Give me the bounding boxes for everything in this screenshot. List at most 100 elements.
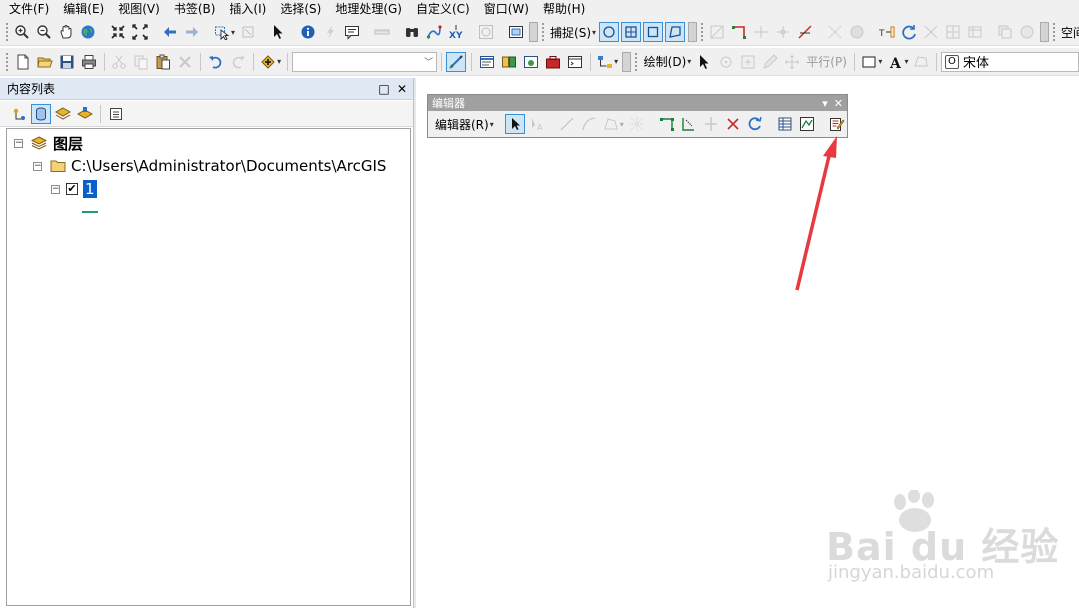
font-name-combo[interactable]: O 宋体	[940, 51, 1079, 72]
save-floppy-icon[interactable]	[57, 52, 77, 72]
find-binoculars-icon[interactable]	[402, 22, 422, 42]
cut-polygons-icon[interactable]	[627, 114, 647, 134]
toolbar-grip[interactable]	[6, 52, 9, 71]
menu-help[interactable]: 帮助(H)	[536, 0, 592, 19]
trim-extend-icon[interactable]	[795, 22, 815, 42]
toolbar-overflow-button[interactable]	[1040, 22, 1050, 42]
list-by-source-icon[interactable]	[31, 103, 51, 124]
zoom-to-selected-icon[interactable]	[738, 52, 758, 72]
split-tool-icon[interactable]	[701, 114, 721, 134]
snapping-dropdown-icon[interactable]: ▾	[592, 28, 596, 37]
pan-hand-icon[interactable]	[56, 22, 76, 42]
fixed-zoom-in-icon[interactable]	[108, 22, 128, 42]
menu-file[interactable]: 文件(F)	[2, 0, 56, 19]
shape-dropdown-icon[interactable]: ▾	[878, 57, 882, 66]
create-features-icon[interactable]	[827, 114, 847, 134]
full-extent-globe-icon[interactable]	[78, 22, 98, 42]
measure-icon[interactable]	[372, 22, 392, 42]
fixed-zoom-out-icon[interactable]	[130, 22, 150, 42]
panel-splitter[interactable]	[413, 78, 416, 608]
layer-visibility-checkbox[interactable]: ✔	[66, 183, 78, 195]
sketch-properties-icon[interactable]	[797, 114, 817, 134]
new-document-icon[interactable]	[13, 52, 33, 72]
python-window-icon[interactable]	[565, 52, 585, 72]
rotate-icon[interactable]	[716, 52, 736, 72]
snapping-menu[interactable]: 捕捉(S)	[547, 24, 594, 41]
edge-snapping-icon[interactable]	[665, 22, 686, 42]
select-elements-icon[interactable]	[694, 52, 714, 72]
create-viewer-window-icon[interactable]	[506, 22, 526, 42]
clear-selection-icon[interactable]	[238, 22, 258, 42]
toolbar-overflow-button[interactable]	[622, 51, 632, 72]
modelbuilder-icon[interactable]	[595, 52, 615, 72]
menu-selection[interactable]: 选择(S)	[273, 0, 328, 19]
edit-annotation-tool-icon[interactable]: A	[527, 114, 547, 134]
search-window-icon[interactable]	[521, 52, 541, 72]
move-cross-icon[interactable]	[782, 52, 802, 72]
rotate-tool-icon[interactable]	[745, 114, 765, 134]
rectangle-shape-icon[interactable]	[859, 52, 879, 72]
zoom-out-icon[interactable]	[34, 22, 54, 42]
add-data-dropdown-icon[interactable]: ▾	[277, 57, 281, 66]
html-popup-icon[interactable]	[342, 22, 362, 42]
find-route-icon[interactable]	[424, 22, 444, 42]
hyperlink-bolt-icon[interactable]	[320, 22, 340, 42]
menu-view[interactable]: 视图(V)	[111, 0, 167, 19]
editor-menu-dropdown-icon[interactable]: ▾	[490, 120, 494, 129]
maximize-icon[interactable]: □	[378, 83, 390, 95]
editor-toolbar-toggle-icon[interactable]	[446, 51, 467, 72]
paste-clipboard-icon[interactable]	[153, 52, 173, 72]
editor-title-bar[interactable]: 编辑器 ▾ ✕	[428, 95, 847, 111]
table-of-contents-window-icon[interactable]	[477, 52, 497, 72]
toolbar-grip[interactable]	[542, 23, 545, 41]
toolbar-grip[interactable]	[635, 52, 638, 71]
sphere-icon[interactable]	[847, 22, 867, 42]
attribute-transfer-icon[interactable]: T	[877, 22, 897, 42]
drawing-dropdown-icon[interactable]: ▾	[687, 57, 691, 66]
collapse-icon[interactable]: −	[14, 138, 23, 148]
layer-stack-icon[interactable]	[1017, 22, 1037, 42]
edit-tool-arrow-icon[interactable]	[504, 114, 525, 134]
catalog-window-icon[interactable]	[499, 52, 519, 72]
reshape-feature-icon[interactable]	[679, 114, 699, 134]
select-features-icon[interactable]	[212, 22, 232, 42]
split-polygon-icon[interactable]	[773, 22, 793, 42]
select-dropdown-icon[interactable]: ▾	[231, 28, 235, 37]
close-icon[interactable]: ✕	[396, 83, 408, 95]
tree-root-layers[interactable]: − 图层	[14, 133, 83, 153]
zoom-in-icon[interactable]	[12, 22, 32, 42]
attributes-window-icon[interactable]	[775, 114, 795, 134]
spatial-menu[interactable]: 空间	[1058, 24, 1079, 41]
select-elements-arrow-icon[interactable]	[268, 22, 288, 42]
list-by-visibility-icon[interactable]	[53, 104, 73, 124]
drawing-menu[interactable]: 绘制(D)	[641, 53, 690, 70]
topology-edit-icon[interactable]	[707, 22, 727, 42]
open-folder-icon[interactable]	[35, 52, 55, 72]
edit-vertices-icon[interactable]	[657, 114, 677, 134]
delete-x-icon[interactable]	[175, 52, 195, 72]
modelbuilder-dropdown-icon[interactable]: ▾	[614, 57, 618, 66]
text-dropdown-icon[interactable]: ▾	[904, 57, 908, 66]
copy-icon[interactable]	[131, 52, 151, 72]
table-icon[interactable]	[965, 22, 985, 42]
grid-icon[interactable]	[943, 22, 963, 42]
end-snapping-icon[interactable]	[621, 22, 642, 42]
toolbar-overflow-button[interactable]	[529, 22, 539, 42]
tree-folder-row[interactable]: − C:\Users\Administrator\Documents\ArcGI…	[33, 156, 386, 176]
toolbar-grip[interactable]	[6, 23, 8, 41]
tree-layer-row[interactable]: − ✔ 1	[51, 179, 97, 199]
cut-scissors-icon[interactable]	[109, 52, 129, 72]
back-extent-icon[interactable]	[160, 22, 180, 42]
collapse-icon[interactable]: −	[33, 161, 42, 171]
menu-bookmarks[interactable]: 书签(B)	[167, 0, 223, 19]
straight-segment-icon[interactable]	[557, 114, 577, 134]
collapse-icon[interactable]: −	[51, 184, 60, 194]
menu-edit[interactable]: 编辑(E)	[56, 0, 111, 19]
menu-geoprocessing[interactable]: 地理处理(G)	[328, 0, 409, 19]
list-by-selection-icon[interactable]	[75, 104, 95, 124]
pencil-icon[interactable]	[760, 52, 780, 72]
reshape-icon[interactable]	[825, 22, 845, 42]
modify-edge-icon[interactable]	[729, 22, 749, 42]
toolbar-grip[interactable]	[1053, 23, 1056, 41]
map-scale-combo[interactable]: ﹀	[291, 51, 437, 72]
